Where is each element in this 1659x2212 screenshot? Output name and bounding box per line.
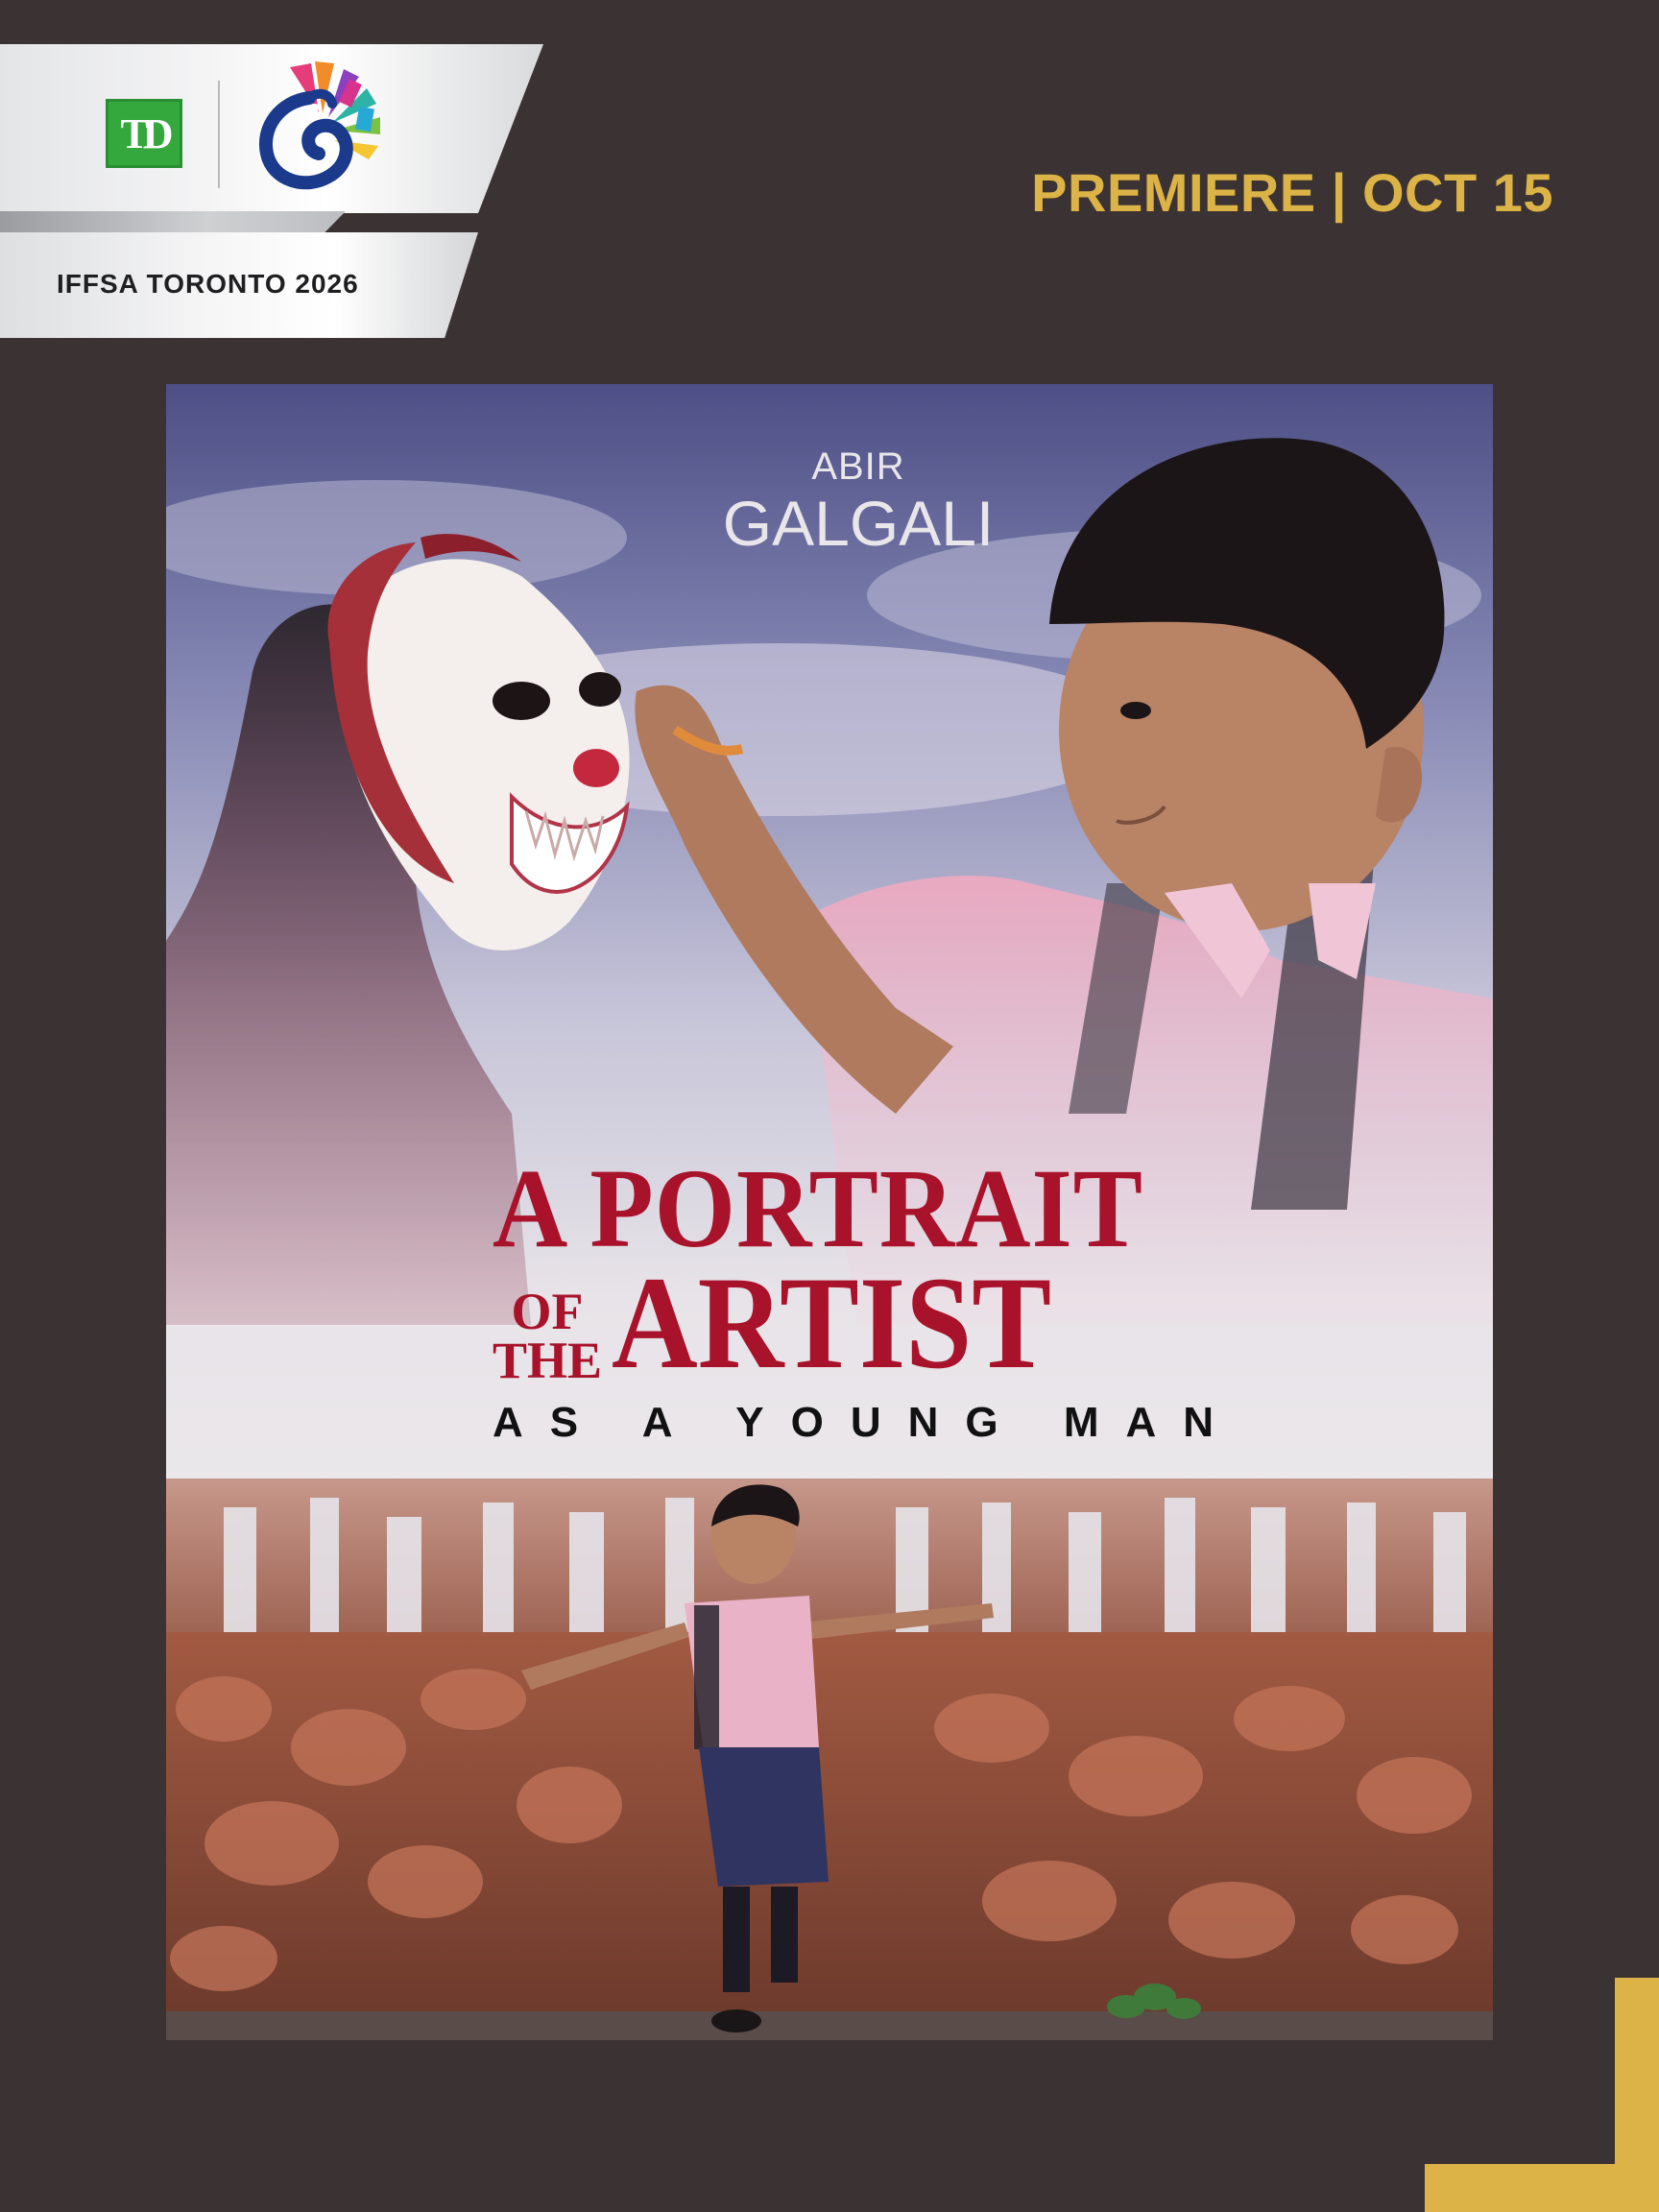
poster-actor-credit: ABIR GALGALI (166, 447, 1493, 555)
stone-wall (166, 1632, 1493, 2040)
actor-last-name: GALGALI (722, 488, 995, 559)
td-logo: TD (106, 99, 182, 168)
film-poster: ABIR GALGALI A PORTRAIT OF THE ARTIST AS… (166, 384, 1493, 2040)
banner-strip (0, 211, 346, 232)
title-artist: ARTIST (612, 1249, 1052, 1396)
premiere-date: PREMIERE | OCT 15 (1031, 162, 1553, 223)
title-of-the: OF THE (493, 1282, 603, 1389)
td-logo-text: TD (120, 109, 173, 157)
fence (166, 1479, 1493, 1642)
poster-title: A PORTRAIT OF THE ARTIST AS A YOUNG MAN (493, 1152, 1241, 1447)
title-of: OF (511, 1282, 584, 1340)
title-row-artist: OF THE ARTIST (493, 1249, 1174, 1396)
corner-accent-horizontal (1425, 2164, 1659, 2212)
title-the: THE (493, 1331, 603, 1389)
title-subtitle: AS A YOUNG MAN (493, 1399, 1241, 1447)
festival-logo-icon (258, 61, 380, 190)
festival-label: IFFSA TORONTO 2026 (57, 269, 359, 299)
actor-first-name: ABIR (811, 445, 905, 488)
corner-accent (1425, 1978, 1659, 2212)
banner-divider (218, 81, 220, 188)
